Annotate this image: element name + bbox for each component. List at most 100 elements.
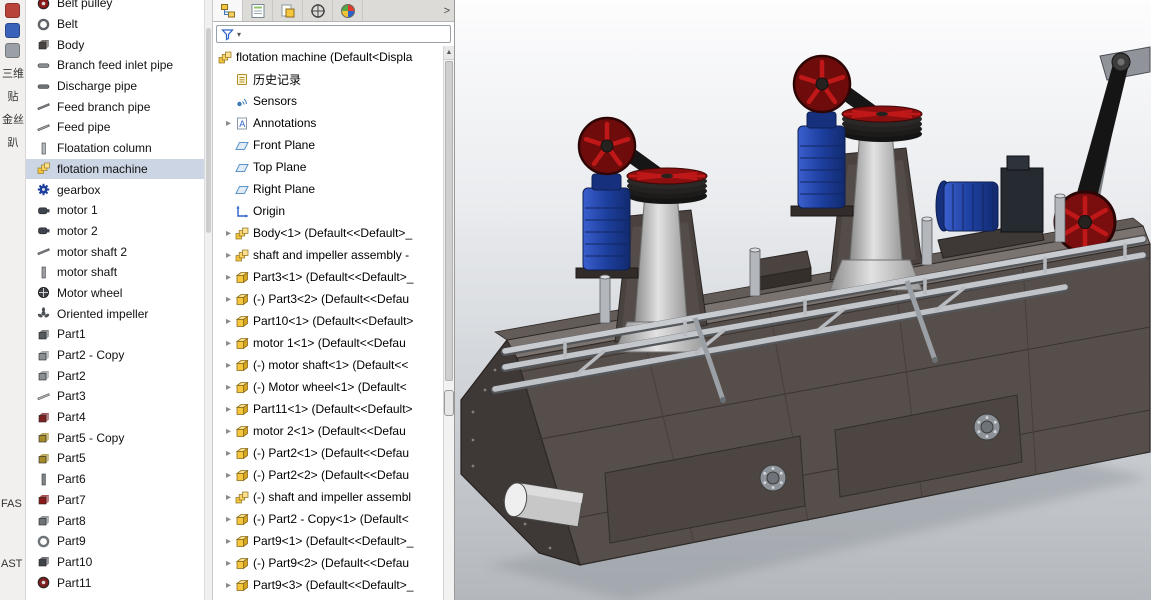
tree-item[interactable]: Front Plane	[213, 134, 443, 156]
motor-pulley-1[interactable]	[579, 118, 635, 174]
tree-item[interactable]: ▸(-) motor shaft<1> (Default<<	[213, 354, 443, 376]
tree-item[interactable]: ▸Part3<1> (Default<<Default>_	[213, 266, 443, 288]
tree-item[interactable]: ▸shaft and impeller assembly -	[213, 244, 443, 266]
driven-pulley-stack-1[interactable]	[627, 168, 707, 204]
parts-list-item[interactable]: Belt	[26, 14, 204, 35]
parts-scrollbar[interactable]	[204, 0, 213, 600]
display-manager-tab[interactable]	[333, 0, 363, 21]
parts-list-item[interactable]: Feed pipe	[26, 117, 204, 138]
tree-item[interactable]: ▸motor 1<1> (Default<<Defau	[213, 332, 443, 354]
parts-list-item[interactable]: Part3	[26, 386, 204, 407]
tabs-overflow-chevron[interactable]: >	[444, 0, 450, 22]
expand-arrow-icon[interactable]: ▸	[222, 360, 235, 371]
expand-arrow-icon[interactable]: ▸	[222, 470, 235, 481]
front-flange-port[interactable]	[974, 414, 1000, 440]
tree-item[interactable]: ▸motor 2<1> (Default<<Defau	[213, 420, 443, 442]
tree-filter-input[interactable]: ▾	[216, 25, 451, 43]
toolbar-icon-1[interactable]	[5, 3, 20, 18]
parts-list-item[interactable]: Part5 - Copy	[26, 427, 204, 448]
dimxpert-tab[interactable]	[303, 0, 333, 21]
parts-list-item[interactable]: motor shaft	[26, 262, 204, 283]
parts-list-item[interactable]: Branch feed inlet pipe	[26, 55, 204, 76]
tree-item[interactable]: ▸Part11<1> (Default<<Default>	[213, 398, 443, 420]
parts-list-item[interactable]: Part9	[26, 531, 204, 552]
motor-1[interactable]	[583, 188, 630, 270]
parts-list-item[interactable]: Part11	[26, 572, 204, 593]
parts-list-item[interactable]: motor 2	[26, 221, 204, 242]
parts-list-item[interactable]: Part1	[26, 324, 204, 345]
tree-item[interactable]: ▸(-) Part2 - Copy<1> (Default<	[213, 508, 443, 530]
drive-motor[interactable]	[944, 182, 998, 231]
parts-list-item[interactable]: gearbox	[26, 179, 204, 200]
expand-arrow-icon[interactable]: ▸	[222, 272, 235, 283]
expand-arrow-icon[interactable]: ▸	[222, 250, 235, 261]
motor-pulley-2[interactable]	[794, 56, 850, 112]
tree-item[interactable]: ▸(-) Motor wheel<1> (Default<	[213, 376, 443, 398]
expand-arrow-icon[interactable]: ▸	[222, 338, 235, 349]
motor-2[interactable]	[798, 126, 845, 208]
tree-item[interactable]: ▸Part9<1> (Default<<Default>_	[213, 530, 443, 552]
panel-splitter-handle[interactable]	[444, 390, 454, 416]
filter-dropdown-caret[interactable]: ▾	[237, 30, 241, 39]
parts-list-item[interactable]: Discharge pipe	[26, 76, 204, 97]
tree-item[interactable]: Top Plane	[213, 156, 443, 178]
expand-arrow-icon[interactable]: ▸	[222, 404, 235, 415]
tree-item[interactable]: ▸(-) shaft and impeller assembl	[213, 486, 443, 508]
filter-funnel-icon[interactable]	[221, 28, 234, 41]
impeller-tower-2[interactable]	[791, 56, 922, 290]
gearbox-body[interactable]	[1001, 168, 1043, 232]
expand-arrow-icon[interactable]: ▸	[222, 492, 235, 503]
toolbar-icon-3[interactable]	[5, 43, 20, 58]
expand-arrow-icon[interactable]: ▸	[222, 558, 235, 569]
tree-item[interactable]: Right Plane	[213, 178, 443, 200]
tree-item[interactable]: ▸Body<1> (Default<<Default>_	[213, 222, 443, 244]
tree-scrollbar-thumb[interactable]	[445, 61, 453, 381]
tree-item[interactable]: 历史记录	[213, 68, 443, 90]
tree-item[interactable]: ▸(-) Part2<2> (Default<<Defau	[213, 464, 443, 486]
parts-list-item[interactable]: Part4	[26, 407, 204, 428]
expand-arrow-icon[interactable]: ▸	[222, 448, 235, 459]
toolbar-icon-2[interactable]	[5, 23, 20, 38]
expand-arrow-icon[interactable]: ▸	[222, 316, 235, 327]
parts-list-item[interactable]: Part10	[26, 552, 204, 573]
tree-item[interactable]: Origin	[213, 200, 443, 222]
parts-list-item[interactable]: Floatation column	[26, 138, 204, 159]
expand-arrow-icon[interactable]: ▸	[222, 580, 235, 591]
parts-list-item[interactable]: Part5	[26, 448, 204, 469]
parts-scrollbar-thumb[interactable]	[206, 28, 211, 233]
expand-arrow-icon[interactable]: ▸	[222, 514, 235, 525]
flotation-machine-model[interactable]	[455, 0, 1151, 600]
expand-arrow-icon[interactable]: ▸	[222, 382, 235, 393]
driven-pulley-stack-2[interactable]	[842, 106, 922, 142]
parts-list-item[interactable]: motor 1	[26, 200, 204, 221]
parts-list-item[interactable]: Oriented impeller	[26, 303, 204, 324]
scrollbar-up-arrow-icon[interactable]: ▲	[444, 46, 454, 60]
tree-item[interactable]: ▸(-) Part2<1> (Default<<Defau	[213, 442, 443, 464]
tree-item[interactable]: flotation machine (Default<Displa	[213, 46, 443, 68]
feature-manager-tab[interactable]	[213, 0, 243, 21]
parts-list-item[interactable]: Motor wheel	[26, 283, 204, 304]
front-flange-port[interactable]	[760, 465, 786, 491]
parts-list-item[interactable]: flotation machine	[26, 159, 204, 180]
parts-list-item[interactable]: Feed branch pipe	[26, 96, 204, 117]
tree-item[interactable]: ▸AAnnotations	[213, 112, 443, 134]
parts-list-item[interactable]: Part2 - Copy	[26, 345, 204, 366]
expand-arrow-icon[interactable]: ▸	[222, 228, 235, 239]
parts-list-item[interactable]: Belt pulley	[26, 0, 204, 14]
parts-list-item[interactable]: Body	[26, 34, 204, 55]
parts-list-item[interactable]: Part8	[26, 510, 204, 531]
configuration-manager-tab[interactable]	[273, 0, 303, 21]
tree-item[interactable]: ▸(-) Part3<2> (Default<<Defau	[213, 288, 443, 310]
tree-item[interactable]: Sensors	[213, 90, 443, 112]
parts-list-item[interactable]: Part7	[26, 490, 204, 511]
tree-scrollbar[interactable]: ▲	[443, 46, 454, 600]
tree-item[interactable]: ▸Part9<3> (Default<<Default>_	[213, 574, 443, 596]
tree-item[interactable]: ▸(-) Part9<2> (Default<<Defau	[213, 552, 443, 574]
parts-list-item[interactable]: motor shaft 2	[26, 241, 204, 262]
viewport-3d[interactable]	[455, 0, 1151, 600]
property-manager-tab[interactable]	[243, 0, 273, 21]
expand-arrow-icon[interactable]: ▸	[222, 294, 235, 305]
expand-arrow-icon[interactable]: ▸	[222, 426, 235, 437]
expand-arrow-icon[interactable]: ▸	[222, 118, 235, 129]
parts-list-item[interactable]: Part2	[26, 365, 204, 386]
